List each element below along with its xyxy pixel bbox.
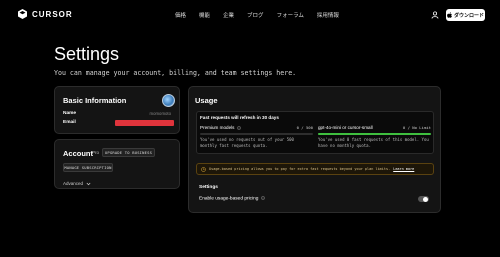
apple-icon (447, 12, 452, 18)
account-card: Account Pro UPGRADE TO BUSINESS MANAGE S… (54, 139, 180, 189)
plan-badge: Pro (92, 150, 100, 155)
premium-models-name: Premium models (200, 125, 235, 130)
usage-heading: Usage (195, 96, 218, 105)
premium-models-label: Premium models (200, 125, 241, 130)
premium-progress-bar (200, 133, 313, 135)
nav-link-enterprise[interactable]: 企業 (223, 11, 234, 19)
brand-name: CURSOR (32, 9, 73, 19)
quota-panel: Fast requests will refresh in 30 days Pr… (196, 111, 434, 154)
clock-icon (201, 166, 206, 172)
download-button[interactable]: ダウンロード (446, 9, 485, 21)
nav-link-pricing[interactable]: 価格 (175, 11, 186, 19)
mini-models-description: You've used 0 fast requests of this mode… (318, 137, 429, 148)
info-icon[interactable] (261, 196, 265, 200)
nav-link-blog[interactable]: ブログ (247, 11, 264, 19)
account-heading: Account (63, 149, 93, 158)
page-subtitle: You can manage your account, billing, an… (54, 69, 297, 77)
nav-links: 価格 機能 企業 ブログ フォーラム 採用情報 (175, 11, 339, 19)
nav-link-forum[interactable]: フォーラム (277, 11, 304, 19)
mini-progress-bar (318, 133, 431, 135)
mini-models-value: 0 / No Limit (402, 125, 431, 130)
user-icon (431, 10, 438, 19)
brand-logo[interactable]: CURSOR (18, 9, 73, 19)
premium-models-description: You've used no requests out of your 500 … (200, 137, 294, 148)
page-title: Settings (54, 44, 120, 64)
upgrade-button[interactable]: UPGRADE TO BUSINESS (102, 148, 155, 157)
advanced-label: Advanced (63, 181, 84, 186)
usage-settings: Settings Enable usage-based pricing (196, 184, 434, 209)
refresh-note: Fast requests will refresh in 30 days (200, 115, 279, 120)
usage-card: Usage Fast requests will refresh in 30 d… (188, 86, 441, 213)
premium-models-value: 0 / 500 (296, 125, 313, 130)
download-label: ダウンロード (453, 12, 484, 19)
usage-pricing-setting: Enable usage-based pricing (199, 196, 265, 201)
top-nav: CURSOR 価格 機能 企業 ブログ フォーラム 採用情報 ダウンロード (0, 0, 500, 28)
settings-heading: Settings (199, 185, 218, 190)
user-account-button[interactable] (429, 9, 440, 20)
mini-progress-fill (318, 133, 431, 135)
cursor-logo-icon (18, 9, 27, 19)
basic-information-card: Basic Information Name momomoto Email (54, 86, 180, 134)
manage-subscription-button[interactable]: MANAGE SUBSCRIPTION (63, 163, 113, 172)
name-value: momomoto (149, 111, 172, 116)
usage-pricing-label: Enable usage-based pricing (199, 196, 259, 202)
mini-models-name: gpt-4o-mini or cursor-small (318, 125, 373, 130)
nav-link-features[interactable]: 機能 (199, 11, 210, 19)
email-label: Email (63, 120, 76, 125)
avatar[interactable] (162, 94, 175, 107)
learn-more-link[interactable]: Learn more (393, 167, 414, 171)
usage-pricing-notice: Usage-based pricing allows you to pay fo… (196, 163, 434, 175)
chevron-down-icon (86, 182, 91, 186)
name-label: Name (63, 111, 77, 116)
advanced-toggle[interactable]: Advanced (63, 181, 91, 186)
email-redaction (115, 120, 174, 126)
nav-link-careers[interactable]: 採用情報 (317, 11, 339, 19)
toggle-knob (423, 196, 428, 202)
notice-text: Usage-based pricing allows you to pay fo… (209, 167, 391, 171)
usage-pricing-toggle[interactable] (418, 196, 429, 202)
basic-information-heading: Basic Information (63, 96, 127, 105)
info-icon[interactable] (236, 125, 241, 130)
